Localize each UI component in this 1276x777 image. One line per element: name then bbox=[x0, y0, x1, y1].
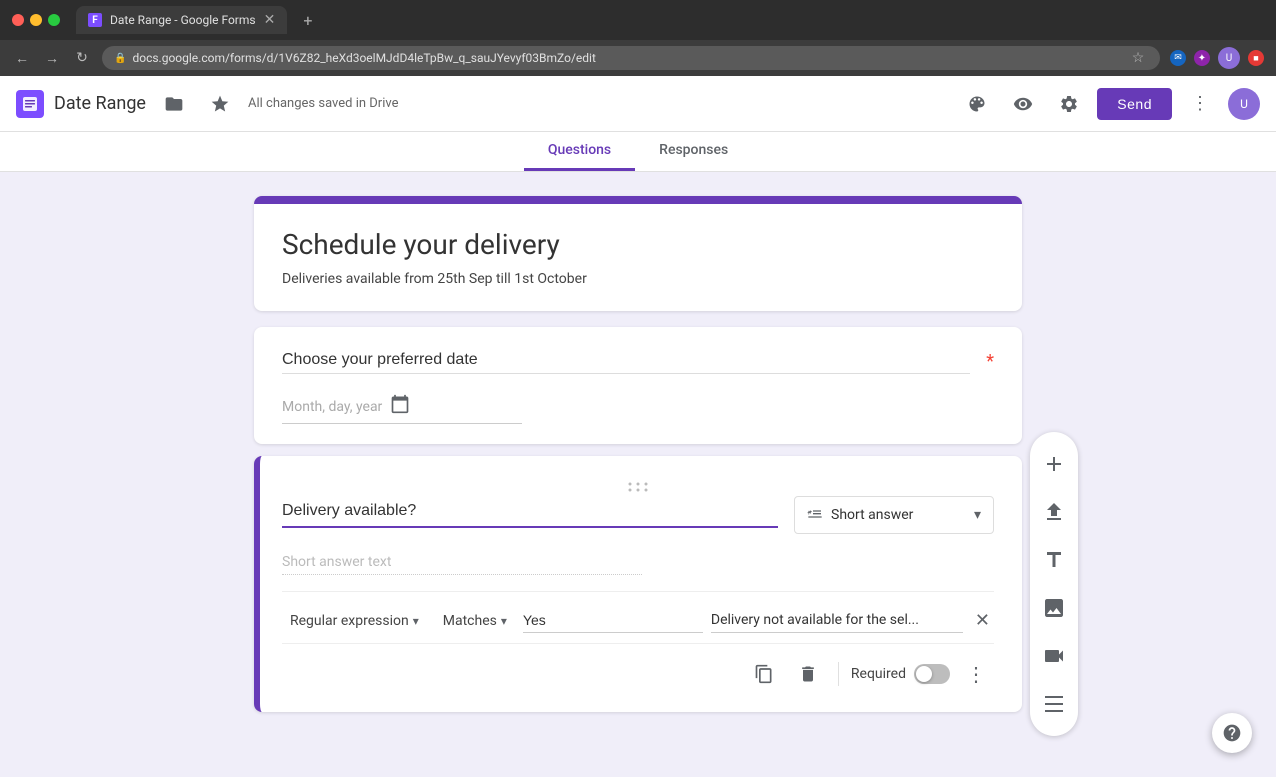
required-label: Required bbox=[851, 666, 906, 682]
add-image-button[interactable] bbox=[1030, 584, 1078, 632]
question-name-input[interactable] bbox=[282, 496, 778, 528]
star-button[interactable] bbox=[202, 86, 238, 122]
form-tabs: Questions Responses bbox=[0, 132, 1276, 172]
card-footer: Required ⋮ bbox=[282, 643, 994, 692]
footer-more-button[interactable]: ⋮ bbox=[958, 658, 994, 690]
validation-condition-dropdown[interactable]: Matches ▾ bbox=[435, 609, 515, 633]
tab-close-button[interactable]: ✕ bbox=[264, 12, 276, 28]
short-answer-placeholder: Short answer text bbox=[282, 550, 642, 575]
question-header-row: * bbox=[282, 347, 994, 374]
validation-type-label: Regular expression bbox=[290, 613, 409, 629]
address-bar-row: ← → ↻ 🔒 docs.google.com/forms/d/1V6Z82_h… bbox=[0, 40, 1276, 76]
calendar-icon bbox=[390, 394, 410, 419]
user-avatar[interactable]: U bbox=[1228, 88, 1260, 120]
sidebar-tools bbox=[1030, 432, 1078, 736]
tab-responses[interactable]: Responses bbox=[635, 132, 752, 171]
duplicate-button[interactable] bbox=[746, 656, 782, 692]
send-button[interactable]: Send bbox=[1097, 88, 1172, 120]
answer-type-label: Short answer bbox=[831, 507, 966, 523]
question-card-short-answer: Short answer ▾ Short answer text Regular… bbox=[254, 456, 1022, 712]
tab-favicon: F bbox=[88, 13, 102, 27]
active-question-header: Short answer ▾ bbox=[282, 496, 994, 534]
answer-type-icon bbox=[807, 505, 823, 525]
date-input-area[interactable]: Month, day, year bbox=[282, 390, 522, 424]
form-title: Schedule your delivery bbox=[282, 228, 994, 261]
validation-value-input[interactable] bbox=[523, 608, 703, 633]
validation-condition-label: Matches bbox=[443, 613, 497, 629]
url-text: docs.google.com/forms/d/1V6Z82_heXd3oelM… bbox=[132, 51, 1122, 65]
app-header: Date Range All changes saved in Drive Se… bbox=[0, 76, 1276, 132]
settings-button[interactable] bbox=[1051, 86, 1087, 122]
drag-handle[interactable] bbox=[282, 476, 994, 496]
date-placeholder: Month, day, year bbox=[282, 399, 382, 415]
question-title-input[interactable] bbox=[282, 347, 970, 374]
forward-button[interactable]: → bbox=[42, 50, 62, 67]
folder-button[interactable] bbox=[156, 86, 192, 122]
validation-error-message[interactable]: Delivery not available for the sel... bbox=[711, 608, 963, 633]
browser-extension-icons: ✉ ✦ U ■ bbox=[1170, 47, 1264, 69]
back-button[interactable]: ← bbox=[12, 50, 32, 67]
required-toggle[interactable] bbox=[914, 664, 950, 684]
app-logo bbox=[16, 90, 44, 118]
red-extension-icon[interactable]: ■ bbox=[1248, 50, 1264, 66]
email-extension-icon[interactable]: ✉ bbox=[1170, 50, 1186, 66]
import-question-button[interactable] bbox=[1030, 488, 1078, 536]
minimize-window-button[interactable] bbox=[30, 14, 42, 26]
save-status: All changes saved in Drive bbox=[248, 96, 399, 111]
add-section-button[interactable] bbox=[1030, 680, 1078, 728]
puzzle-extension-icon[interactable]: ✦ bbox=[1194, 50, 1210, 66]
required-star: * bbox=[986, 351, 994, 372]
preview-button[interactable] bbox=[1005, 86, 1041, 122]
browser-tab[interactable]: F Date Range - Google Forms ✕ bbox=[76, 6, 287, 34]
new-tab-button[interactable]: + bbox=[303, 11, 312, 30]
answer-type-dropdown-icon: ▾ bbox=[974, 507, 981, 523]
answer-type-selector[interactable]: Short answer ▾ bbox=[794, 496, 994, 534]
add-video-button[interactable] bbox=[1030, 632, 1078, 680]
validation-type-dropdown[interactable]: Regular expression ▾ bbox=[282, 609, 427, 633]
help-button[interactable] bbox=[1212, 713, 1252, 753]
refresh-button[interactable]: ↻ bbox=[72, 50, 92, 66]
close-window-button[interactable] bbox=[12, 14, 24, 26]
traffic-lights bbox=[12, 14, 60, 26]
divider bbox=[838, 662, 839, 686]
customize-theme-button[interactable] bbox=[959, 86, 995, 122]
validation-row: Regular expression ▾ Matches ▾ Delivery … bbox=[282, 591, 994, 635]
delete-button[interactable] bbox=[790, 656, 826, 692]
question-card-date: * Month, day, year bbox=[254, 327, 1022, 444]
maximize-window-button[interactable] bbox=[48, 14, 60, 26]
app-title: Date Range bbox=[54, 93, 146, 114]
add-title-button[interactable] bbox=[1030, 536, 1078, 584]
toggle-thumb bbox=[916, 666, 932, 682]
tab-questions[interactable]: Questions bbox=[524, 132, 635, 171]
address-bar[interactable]: 🔒 docs.google.com/forms/d/1V6Z82_heXd3oe… bbox=[102, 46, 1160, 70]
main-content: Schedule your delivery Deliveries availa… bbox=[0, 172, 1276, 748]
ssl-lock-icon: 🔒 bbox=[114, 53, 126, 64]
form-editor: Schedule your delivery Deliveries availa… bbox=[254, 196, 1022, 724]
profile-avatar[interactable]: U bbox=[1218, 47, 1240, 69]
header-more-button[interactable]: ⋮ bbox=[1182, 86, 1218, 122]
validation-remove-button[interactable]: ✕ bbox=[971, 606, 994, 635]
validation-type-arrow: ▾ bbox=[413, 614, 419, 628]
validation-condition-arrow: ▾ bbox=[501, 614, 507, 628]
form-title-card: Schedule your delivery Deliveries availa… bbox=[254, 196, 1022, 311]
tab-title: Date Range - Google Forms bbox=[110, 13, 256, 27]
bookmark-icon[interactable]: ☆ bbox=[1128, 50, 1148, 66]
add-question-button[interactable] bbox=[1030, 440, 1078, 488]
browser-chrome: F Date Range - Google Forms ✕ + bbox=[0, 0, 1276, 40]
form-description: Deliveries available from 25th Sep till … bbox=[282, 271, 994, 287]
